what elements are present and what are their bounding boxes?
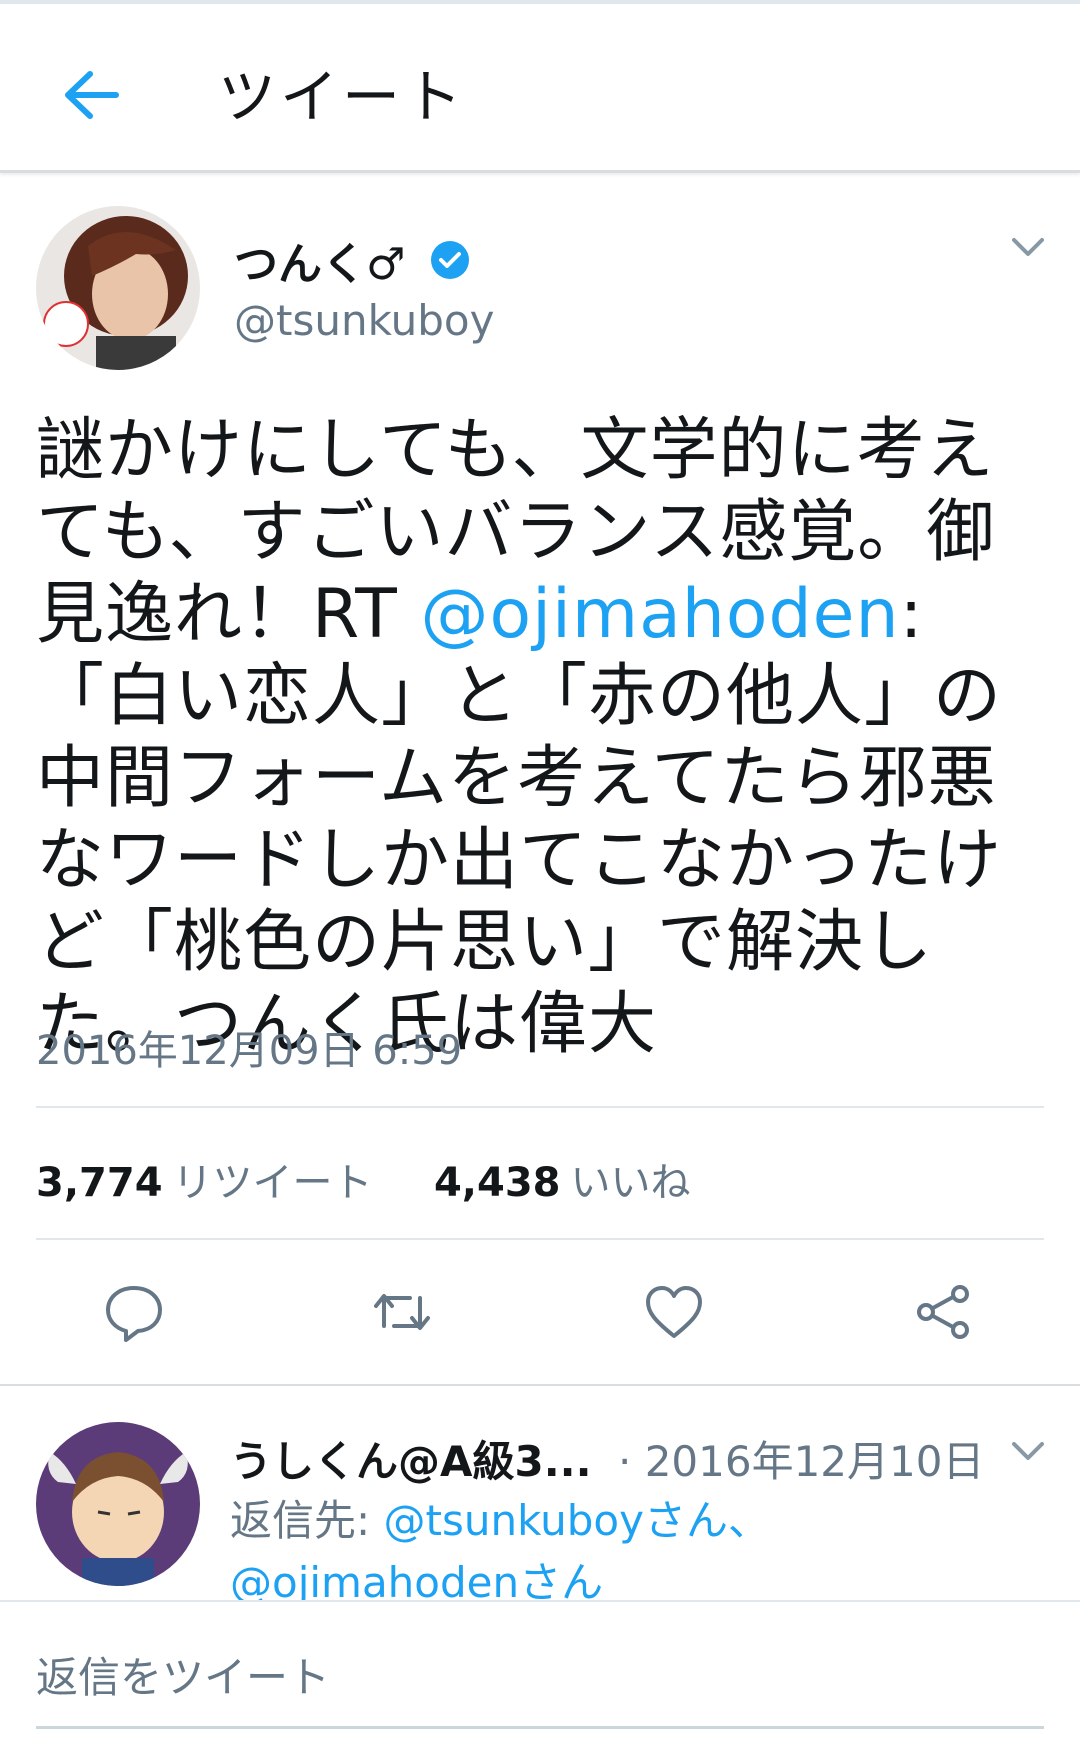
app-header: ツイート: [0, 4, 1080, 173]
verified-badge-icon: [431, 241, 469, 279]
reply-avatar[interactable]: [36, 1422, 200, 1586]
chevron-down-icon[interactable]: [1010, 236, 1046, 260]
reply-date: · 2016年12月10日: [618, 1437, 985, 1486]
reply-author-name[interactable]: うしくん@A級3...: [230, 1428, 592, 1489]
like-label[interactable]: いいね: [571, 1160, 691, 1206]
divider: [36, 1238, 1044, 1240]
reply-mention-link[interactable]: @tsunkuboyさん、: [384, 1496, 770, 1545]
back-arrow-icon[interactable]: [58, 62, 124, 128]
reply-input[interactable]: 返信をツイート: [36, 1644, 330, 1705]
reply-compose-bar: 返信をツイート: [0, 1600, 1080, 1746]
reply-icon[interactable]: [102, 1280, 166, 1344]
input-underline: [36, 1726, 1044, 1729]
like-heart-icon[interactable]: [642, 1280, 706, 1344]
page-title: ツイート: [218, 63, 467, 131]
chevron-down-icon[interactable]: [1010, 1440, 1046, 1464]
retweet-label[interactable]: リツイート: [173, 1160, 373, 1206]
tweet-timestamp: 2016年12月09日 6:59: [36, 1028, 463, 1074]
divider: [36, 1106, 1044, 1108]
reply-prefix: 返信先:: [230, 1496, 384, 1545]
author-avatar[interactable]: [36, 206, 200, 370]
retweet-icon[interactable]: [370, 1280, 434, 1344]
author-name[interactable]: つんく♂: [234, 228, 405, 292]
like-count[interactable]: 4,438: [434, 1160, 561, 1206]
mention-link[interactable]: @ojimahoden: [420, 575, 899, 654]
tweet-text: 謎かけにしても、文学的に考えても、すごいバランス感覚。御見逸れ！RT @ojim…: [36, 410, 1046, 1066]
share-icon[interactable]: [912, 1280, 976, 1344]
engagement-counts: 3,774 リツイート 4,438 いいね: [36, 1150, 691, 1208]
author-handle[interactable]: @tsunkuboy: [234, 296, 494, 345]
retweet-count[interactable]: 3,774: [36, 1160, 163, 1206]
reply-context: 返信先: @tsunkuboyさん、 @ojimahodenさん: [230, 1490, 1010, 1614]
section-divider: [0, 1384, 1080, 1386]
